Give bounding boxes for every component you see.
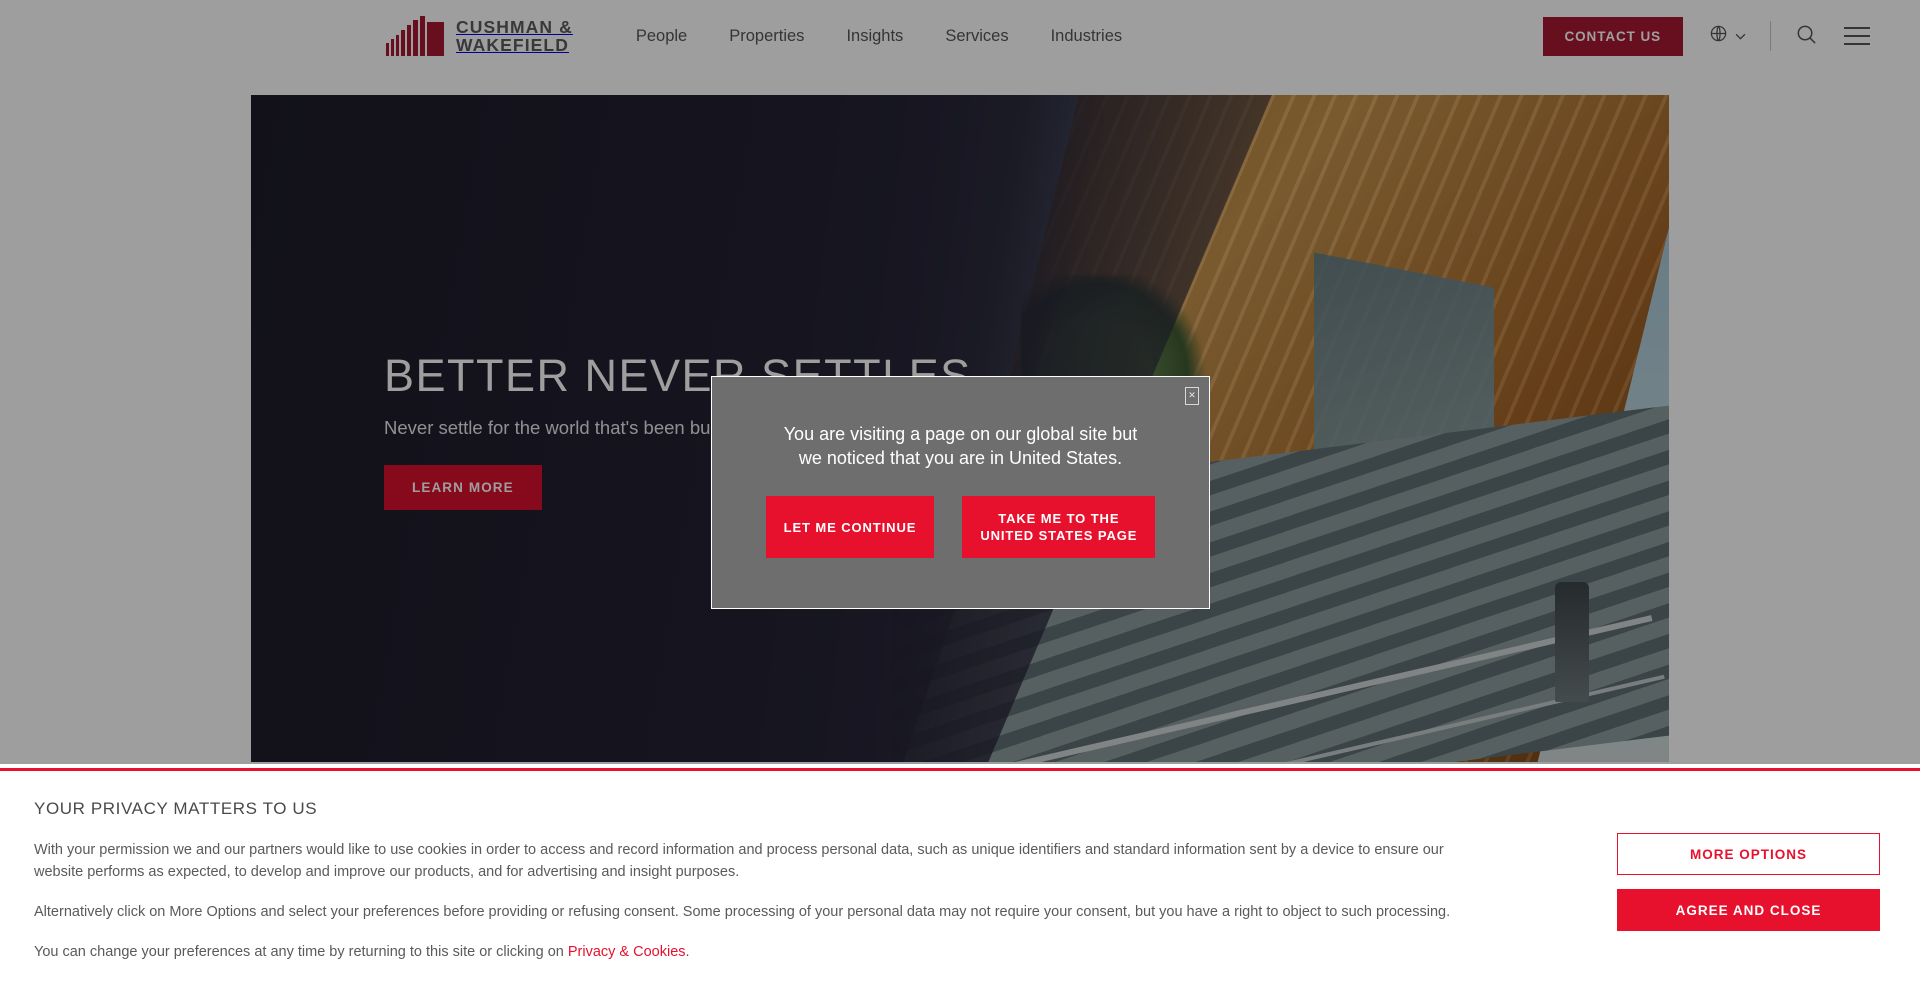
privacy-and-cookies-link[interactable]: Privacy & Cookies: [568, 944, 686, 960]
privacy-cookie-banner: YOUR PRIVACY MATTERS TO US With your per…: [0, 768, 1920, 993]
let-me-continue-button[interactable]: LET ME CONTINUE: [765, 496, 935, 558]
more-options-button[interactable]: MORE OPTIONS: [1617, 833, 1880, 875]
page-root: CUSHMAN & WAKEFIELD People Properties In…: [0, 0, 1920, 993]
geo-modal-message: You are visiting a page on our global si…: [712, 377, 1209, 470]
close-icon[interactable]: ✕: [1185, 387, 1199, 405]
geo-modal-overlay: ✕ You are visiting a page on our global …: [0, 0, 1920, 764]
geo-modal-actions: LET ME CONTINUE TAKE ME TO THE UNITED ST…: [712, 496, 1209, 558]
geo-modal-message-line2: we noticed that you are in United States…: [798, 448, 1123, 468]
agree-and-close-button[interactable]: AGREE AND CLOSE: [1617, 889, 1880, 931]
privacy-banner-title: YOUR PRIVACY MATTERS TO US: [34, 799, 318, 818]
privacy-paragraph-1: With your permission we and our partners…: [34, 842, 1444, 880]
geo-modal-message-line1: You are visiting a page on our global si…: [783, 424, 1138, 444]
privacy-paragraph-3: You can change your preferences at any t…: [34, 941, 1469, 963]
privacy-paragraph-2: Alternatively click on More Options and …: [34, 904, 1451, 920]
us-page-button-line1: TAKE ME TO THE: [998, 511, 1120, 526]
take-me-to-us-page-button[interactable]: TAKE ME TO THE UNITED STATES PAGE: [962, 496, 1156, 558]
privacy-paragraph-3-prefix: You can change your preferences at any t…: [34, 944, 568, 960]
privacy-banner-actions: MORE OPTIONS AGREE AND CLOSE: [1617, 833, 1880, 931]
geo-redirect-modal: ✕ You are visiting a page on our global …: [711, 376, 1210, 609]
us-page-button-line2: UNITED STATES PAGE: [980, 528, 1138, 543]
privacy-paragraph-3-suffix: .: [685, 944, 690, 960]
